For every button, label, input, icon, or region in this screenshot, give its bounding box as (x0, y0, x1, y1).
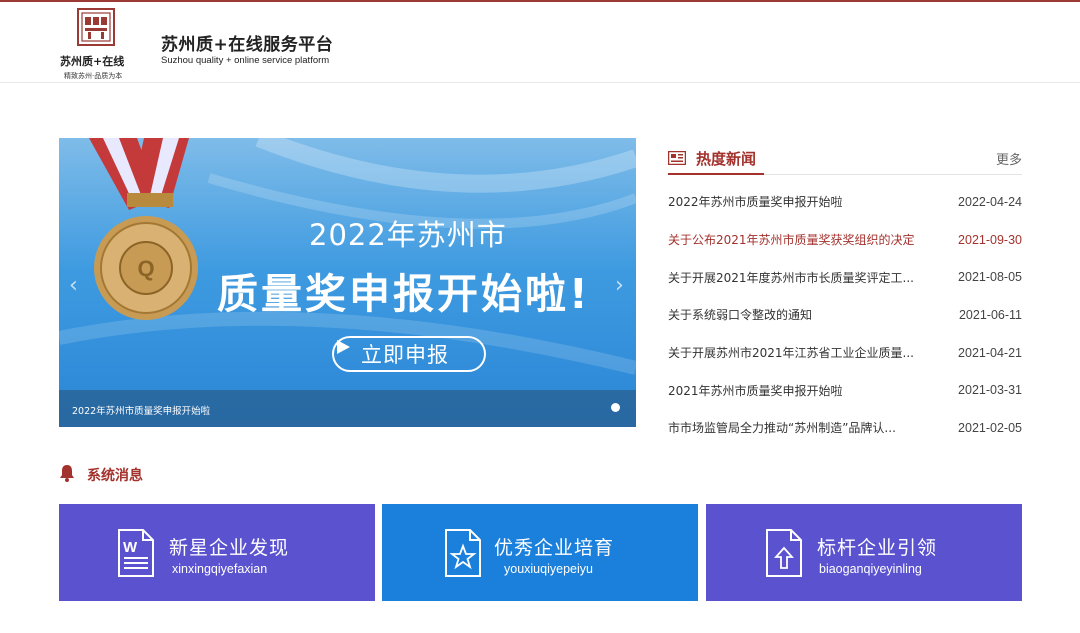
news-item-date: 2021-08-05 (958, 270, 1022, 285)
logo-brand-text: 苏州质+在线 (60, 55, 125, 68)
banner-caption[interactable]: 2022年苏州市质量奖申报开始啦 (72, 403, 210, 417)
news-item-title: 市市场监管局全力推动“苏州制造”品牌认... (668, 421, 896, 436)
news-item-date: 2021-06-11 (958, 307, 1022, 322)
news-item[interactable]: 2021年苏州市质量奖申报开始啦 2021-03-31 (668, 371, 1022, 409)
hot-news-header: 热度新闻 更多 (667, 138, 1022, 175)
tile-pinyin: biaoganqiyeyinling (819, 562, 922, 576)
site-header: 苏州质+在线 精致苏州·品质为本 苏州质+在线服务平台 Suzhou quali… (0, 2, 1080, 83)
news-item-title: 关于开展苏州市2021年江苏省工业企业质量... (668, 346, 914, 361)
hot-news-panel: 热度新闻 更多 2022年苏州市质量奖申报开始啦 2022-04-24 关于公布… (667, 138, 1022, 435)
tile-label: 新星企业发现 (169, 537, 290, 559)
feature-tiles: W 新星企业发现 xinxingqiyefaxian 优秀企业培育 youxiu… (59, 504, 1022, 601)
apply-now-label: 立即申报 (361, 343, 449, 367)
news-list: 2022年苏州市质量奖申报开始啦 2022-04-24 关于公布2021年苏州市… (668, 183, 1022, 447)
news-item-title: 关于开展2021年度苏州市市长质量奖评定工... (668, 270, 914, 285)
tile-excellent-enterprise[interactable]: 优秀企业培育 youxiuqiyepeiyu (382, 504, 698, 601)
upload-document-icon (765, 528, 803, 582)
news-item[interactable]: 关于系统弱口令整改的通知 2021-06-11 (668, 296, 1022, 334)
site-subtitle: Suzhou quality + online service platform (161, 55, 330, 66)
tile-new-star-enterprise[interactable]: W 新星企业发现 xinxingqiyefaxian (59, 504, 375, 601)
word-document-icon: W (117, 528, 155, 582)
news-item-title: 2022年苏州市质量奖申报开始啦 (668, 195, 843, 210)
news-more-link[interactable]: 更多 (996, 149, 1022, 168)
svg-text:W: W (123, 539, 138, 556)
tile-pinyin: youxiuqiyepeiyu (504, 562, 593, 576)
banner-headline-year: 2022年苏州市 (309, 218, 507, 252)
news-item[interactable]: 市市场监管局全力推动“苏州制造”品牌认... 2021-02-05 (668, 409, 1022, 447)
bell-icon (59, 464, 75, 486)
carousel-prev-icon[interactable]: ‹ (69, 273, 78, 298)
banner-caption-bar: 2022年苏州市质量奖申报开始啦 (59, 390, 636, 427)
star-document-icon (444, 528, 482, 582)
system-messages-title: 系统消息 (87, 468, 143, 484)
news-item-date: 2021-02-05 (958, 420, 1022, 435)
news-item-date: 2021-03-31 (958, 383, 1022, 398)
newspaper-icon (667, 150, 687, 169)
news-item-date: 2022-04-24 (958, 194, 1022, 209)
news-item-title: 关于公布2021年苏州市质量奖获奖组织的决定 (668, 233, 915, 248)
site-logo[interactable]: 苏州质+在线 精致苏州·品质为本 (58, 8, 136, 82)
news-item[interactable]: 关于公布2021年苏州市质量奖获奖组织的决定 2021-09-30 (668, 221, 1022, 259)
site-title: 苏州质+在线服务平台 (161, 35, 334, 55)
news-item-date: 2021-04-21 (958, 345, 1022, 360)
carousel-indicator-dot[interactable] (611, 403, 620, 412)
svg-text:Q: Q (137, 256, 154, 281)
banner-carousel[interactable]: Q 2022年苏州市 质量奖申报开始啦! 立即申报 ‹ › 2022年苏州市质量… (59, 138, 636, 427)
news-item-title: 关于系统弱口令整改的通知 (668, 308, 813, 323)
news-item[interactable]: 关于开展苏州市2021年江苏省工业企业质量... 2021-04-21 (668, 334, 1022, 372)
news-item-date: 2021-09-30 (958, 232, 1022, 247)
logo-slogan: 精致苏州·品质为本 (64, 72, 123, 80)
tile-label: 标杆企业引领 (817, 537, 938, 559)
news-item[interactable]: 关于开展2021年度苏州市市长质量奖评定工... 2021-08-05 (668, 258, 1022, 296)
apply-now-button[interactable]: 立即申报 (332, 336, 486, 372)
tile-benchmark-enterprise[interactable]: 标杆企业引领 biaoganqiyeyinling (706, 504, 1022, 601)
news-item[interactable]: 2022年苏州市质量奖申报开始啦 2022-04-24 (668, 183, 1022, 221)
carousel-next-icon[interactable]: › (615, 273, 624, 298)
news-item-title: 2021年苏州市质量奖申报开始啦 (668, 383, 843, 398)
news-title-underline (668, 173, 764, 175)
banner-headline-main: 质量奖申报开始啦! (217, 270, 591, 318)
hot-news-title: 热度新闻 (696, 150, 757, 168)
tile-label: 优秀企业培育 (494, 537, 615, 559)
tile-pinyin: xinxingqiyefaxian (172, 562, 268, 576)
